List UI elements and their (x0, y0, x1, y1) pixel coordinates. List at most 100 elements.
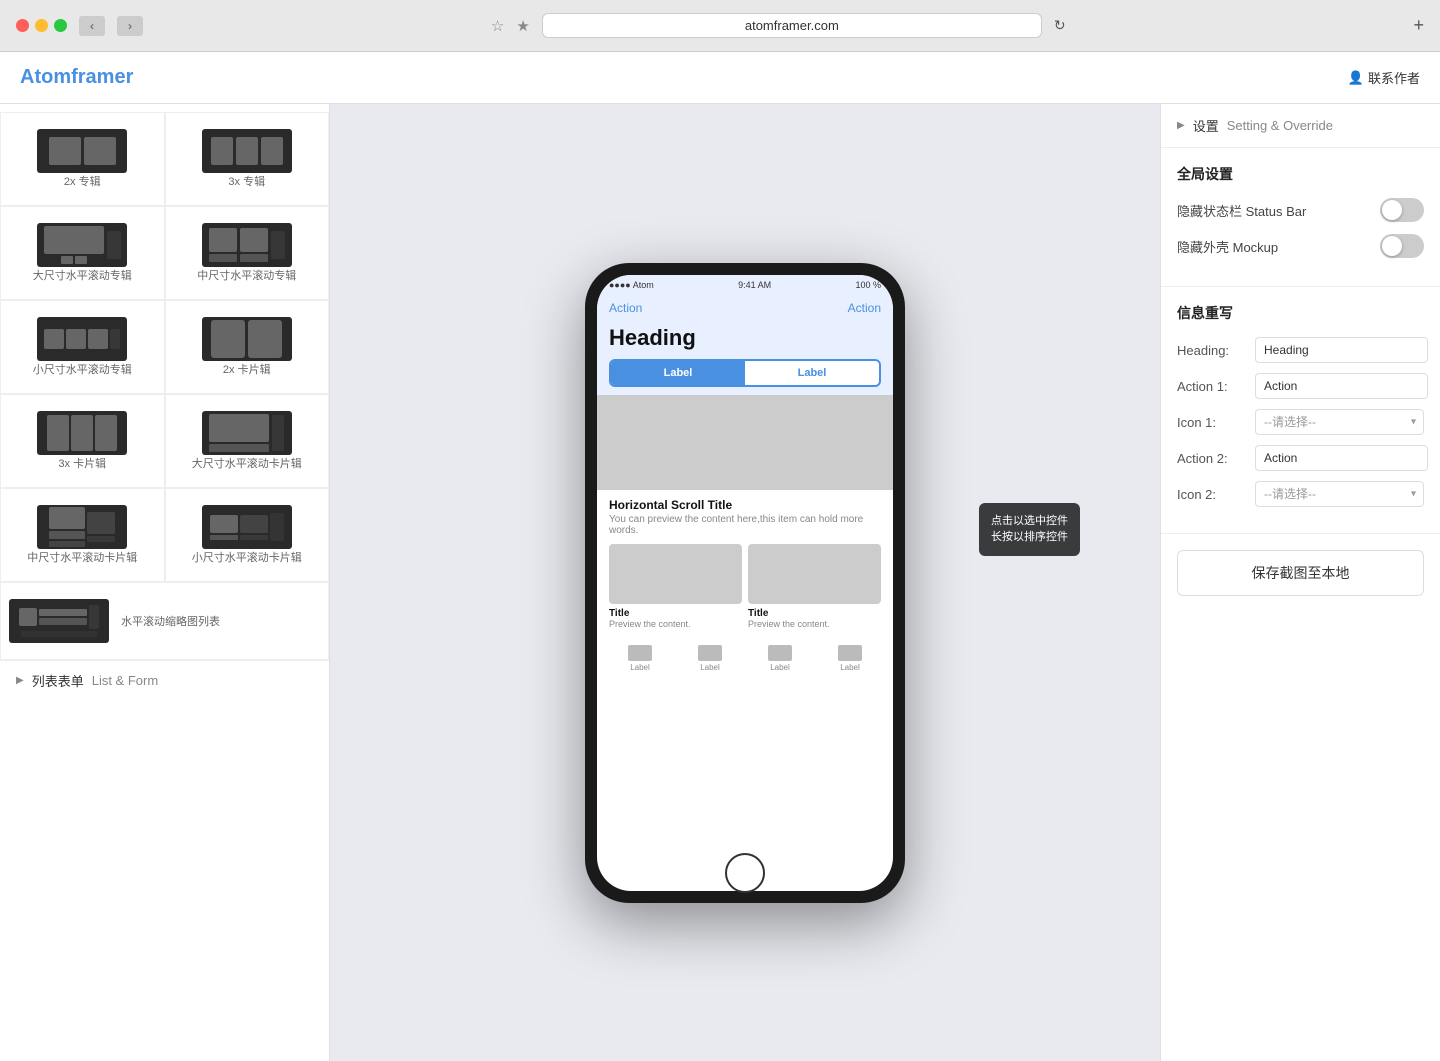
phone-card-2: Title Preview the content. (748, 544, 881, 629)
phone-bottom-tab-1[interactable]: Label (609, 645, 671, 672)
action2-input[interactable] (1255, 445, 1428, 471)
phone-scroll-title: Horizontal Scroll Title (597, 498, 893, 512)
phone-card-1-title: Title (609, 608, 742, 619)
app-logo: Atomframer (20, 66, 133, 89)
icon1-select-wrapper: --请选择-- ▾ (1255, 409, 1424, 435)
sidebar-item-small-h-scroll[interactable]: 小尺寸水平滚动专辑 (0, 300, 165, 394)
reload-button[interactable]: ↻ (1054, 17, 1066, 34)
phone-tabs-inner: Label Label (609, 359, 881, 387)
phone-card-1: Title Preview the content. (609, 544, 742, 629)
sidebar-item-h-thumbnail-list-label: 水平滚动缩略图列表 (121, 613, 220, 629)
app-header: Atomframer 👤 联系作者 (0, 52, 1440, 104)
phone-status-bar: ●●●● Atom 9:41 AM 100 % (597, 275, 893, 295)
sidebar: 2x 专辑 3x 专辑 (0, 104, 330, 1061)
phone-bottom-tab-2-icon (698, 645, 722, 661)
phone-bottom-tabs: Label Label Label Label (597, 637, 893, 672)
icon1-form-label: Icon 1: (1177, 415, 1247, 430)
icon1-select[interactable]: --请选择-- (1255, 409, 1424, 435)
icon2-select[interactable]: --请选择-- (1255, 481, 1424, 507)
user-label: 联系作者 (1368, 68, 1420, 87)
sidebar-item-mid-h-scroll[interactable]: 中尺寸水平滚动专辑 (165, 206, 330, 300)
sidebar-item-3x-card[interactable]: 3x 卡片辑 (0, 394, 165, 488)
hide-status-bar-toggle[interactable] (1380, 198, 1424, 222)
phone-mockup: ●●●● Atom 9:41 AM 100 % Action Action He… (585, 263, 905, 903)
sidebar-item-2x-album-label: 2x 专辑 (64, 173, 101, 189)
sidebar-item-3x-album-label: 3x 专辑 (228, 173, 265, 189)
icon1-form-row: Icon 1: --请选择-- ▾ (1177, 409, 1424, 435)
sidebar-item-3x-album[interactable]: 3x 专辑 (165, 112, 330, 206)
phone-content: Horizontal Scroll Title You can preview … (597, 395, 893, 672)
icon2-form-label: Icon 2: (1177, 487, 1247, 502)
phone-nav-action-left[interactable]: Action (609, 301, 642, 315)
sidebar-item-large-h-scroll-label: 大尺寸水平滚动专辑 (33, 267, 132, 283)
user-link[interactable]: 👤 联系作者 (1348, 68, 1420, 87)
sidebar-item-large-h-card[interactable]: 大尺寸水平滚动卡片辑 (165, 394, 330, 488)
phone-nav-action-right[interactable]: Action (848, 301, 881, 315)
hide-status-bar-label: 隐藏状态栏 Status Bar (1177, 201, 1306, 220)
url-input[interactable]: atomframer.com (542, 13, 1042, 38)
close-button[interactable] (16, 19, 29, 32)
sidebar-section-list-form[interactable]: ▶ 列表表单 List & Form (0, 660, 329, 700)
fullscreen-button[interactable] (54, 19, 67, 32)
phone-bottom-tab-3-icon (768, 645, 792, 661)
heading-input[interactable] (1255, 337, 1428, 363)
action2-form-row: Action 2: (1177, 445, 1424, 471)
phone-bottom-tab-1-label: Label (630, 663, 650, 672)
sidebar-item-large-h-scroll[interactable]: 大尺寸水平滚动专辑 (0, 206, 165, 300)
right-panel: ▶ 设置 Setting & Override 全局设置 隐藏状态栏 Statu… (1160, 104, 1440, 1061)
phone-home-button[interactable] (725, 853, 765, 893)
sidebar-item-small-h-scroll-label: 小尺寸水平滚动专辑 (33, 361, 132, 377)
phone-card-2-img (748, 544, 881, 604)
phone-tab-2[interactable]: Label (745, 361, 879, 385)
global-settings-block: 全局设置 隐藏状态栏 Status Bar 隐藏外壳 Mockup (1161, 148, 1440, 287)
phone-image-placeholder (597, 395, 893, 490)
phone-scroll-desc: You can preview the content here,this it… (597, 512, 893, 544)
mid-h-scroll-icon (202, 223, 292, 267)
bookmark-filled-icon[interactable]: ★ (516, 17, 529, 35)
phone-heading: Heading (597, 321, 893, 359)
large-h-scroll-icon (37, 223, 127, 267)
phone-card-2-desc: Preview the content. (748, 619, 881, 629)
global-settings-title: 全局设置 (1177, 164, 1424, 184)
large-h-card-icon (202, 411, 292, 455)
settings-arrow-icon: ▶ (1177, 120, 1185, 131)
phone-tab-1[interactable]: Label (611, 361, 745, 385)
phone-bottom-tab-2[interactable]: Label (679, 645, 741, 672)
phone-cards-row: Title Preview the content. Title Preview… (597, 544, 893, 637)
sidebar-item-2x-card[interactable]: 2x 卡片辑 (165, 300, 330, 394)
sidebar-item-mid-h-card[interactable]: 中尺寸水平滚动卡片辑 (0, 488, 165, 582)
hide-mockup-toggle[interactable] (1380, 234, 1424, 258)
sidebar-item-h-thumbnail-list[interactable]: 水平滚动缩略图列表 (0, 582, 329, 660)
sidebar-item-small-h-card[interactable]: 小尺寸水平滚动卡片辑 (165, 488, 330, 582)
phone-card-2-title: Title (748, 608, 881, 619)
minimize-button[interactable] (35, 19, 48, 32)
forward-button[interactable]: › (117, 16, 143, 36)
user-icon: 👤 (1348, 70, 1364, 86)
message-rewrite-title: 信息重写 (1177, 303, 1424, 323)
phone-bottom-tab-4[interactable]: Label (819, 645, 881, 672)
3x-album-icon (202, 129, 292, 173)
action1-form-row: Action 1: (1177, 373, 1424, 399)
phone-bottom-tab-3[interactable]: Label (749, 645, 811, 672)
canvas-tooltip-line2: 长按以排序控件 (991, 529, 1068, 546)
settings-section-header[interactable]: ▶ 设置 Setting & Override (1161, 104, 1440, 148)
sidebar-item-small-h-card-label: 小尺寸水平滚动卡片辑 (192, 549, 302, 565)
phone-screen: ●●●● Atom 9:41 AM 100 % Action Action He… (597, 275, 893, 891)
phone-bottom-tab-2-label: Label (700, 663, 720, 672)
hide-mockup-label: 隐藏外壳 Mockup (1177, 237, 1278, 256)
hide-status-bar-row: 隐藏状态栏 Status Bar (1177, 198, 1424, 222)
sidebar-item-2x-album[interactable]: 2x 专辑 (0, 112, 165, 206)
bookmark-icon[interactable]: ☆ (491, 17, 504, 35)
canvas-tooltip-line1: 点击以选中控件 (991, 513, 1068, 530)
action1-input[interactable] (1255, 373, 1428, 399)
back-button[interactable]: ‹ (79, 16, 105, 36)
sidebar-grid: 2x 专辑 3x 专辑 (0, 112, 329, 582)
toggle-knob-2 (1382, 236, 1402, 256)
phone-battery: 100 % (855, 280, 881, 290)
list-form-label: 列表表单 (32, 671, 84, 690)
phone-bottom-tab-3-label: Label (770, 663, 790, 672)
phone-card-1-desc: Preview the content. (609, 619, 742, 629)
settings-header-label: 设置 (1193, 116, 1219, 135)
save-screenshot-button[interactable]: 保存截图至本地 (1177, 550, 1424, 596)
new-tab-button[interactable]: + (1413, 15, 1424, 36)
